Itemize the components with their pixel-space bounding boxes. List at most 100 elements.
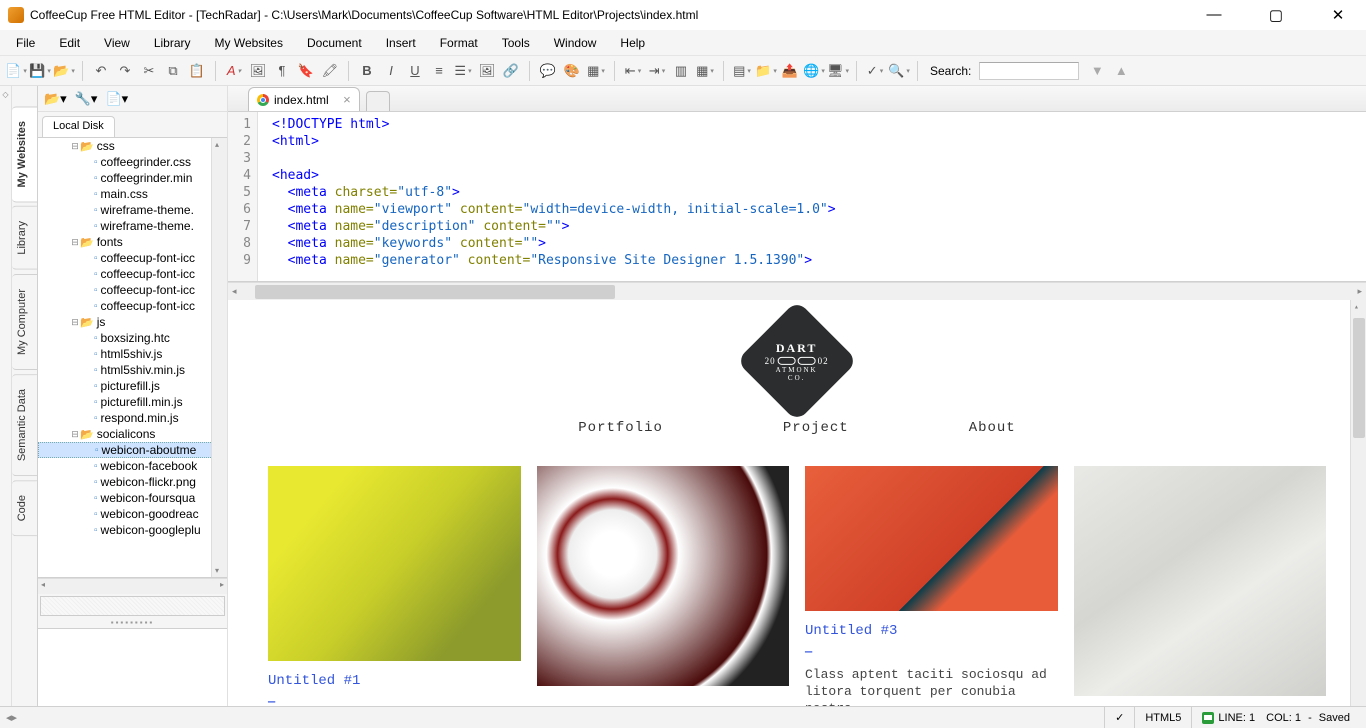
menu-help[interactable]: Help xyxy=(610,33,655,53)
picture-button[interactable]: 🖼 xyxy=(477,61,497,81)
tab-code[interactable]: Code xyxy=(12,480,37,536)
new-tab-button[interactable] xyxy=(366,91,390,111)
sb-open-icon[interactable]: 📂▾ xyxy=(44,91,67,107)
globe-button[interactable]: 🌐 xyxy=(804,61,824,81)
sidebar-path-input[interactable] xyxy=(40,596,225,616)
maximize-button[interactable]: ▢ xyxy=(1256,6,1296,24)
tab-index-html[interactable]: index.html × xyxy=(248,87,360,111)
comment-button[interactable]: 💬 xyxy=(538,61,558,81)
image-button[interactable]: 🖼 xyxy=(248,61,268,81)
open-button[interactable]: 📂 xyxy=(54,61,74,81)
upload-button[interactable]: 📤 xyxy=(780,61,800,81)
tree-file[interactable]: ▫boxsizing.htc xyxy=(38,330,227,346)
menu-view[interactable]: View xyxy=(94,33,140,53)
new-button[interactable]: 📄 xyxy=(6,61,26,81)
italic-button[interactable]: I xyxy=(381,61,401,81)
menu-mywebsites[interactable]: My Websites xyxy=(205,33,293,53)
search-input[interactable] xyxy=(979,62,1079,80)
underline-button[interactable]: U xyxy=(405,61,425,81)
font-button[interactable]: A xyxy=(224,61,244,81)
code-horizontal-scrollbar[interactable] xyxy=(228,282,1366,300)
menu-file[interactable]: File xyxy=(6,33,45,53)
paragraph-button[interactable]: ¶ xyxy=(272,61,292,81)
tree-horizontal-scrollbar[interactable] xyxy=(38,578,227,594)
preview-button[interactable]: 🖥 xyxy=(828,61,848,81)
code-editor[interactable]: 123456789 <!DOCTYPE html> <html> <head> … xyxy=(228,112,1366,282)
tree-vertical-scrollbar[interactable] xyxy=(211,138,227,577)
cut-button[interactable]: ✂ xyxy=(139,61,159,81)
menu-library[interactable]: Library xyxy=(144,33,201,53)
paste-button[interactable]: 📋 xyxy=(187,61,207,81)
layout-button[interactable]: ▦ xyxy=(695,61,715,81)
undo-button[interactable]: ↶ xyxy=(91,61,111,81)
tree-file[interactable]: ▫coffeecup-font-icc xyxy=(38,298,227,314)
menu-window[interactable]: Window xyxy=(544,33,607,53)
align-button[interactable]: ≡ xyxy=(429,61,449,81)
bookmark-button[interactable]: 🔖 xyxy=(296,61,316,81)
tree-file[interactable]: ▫webicon-foursqua xyxy=(38,490,227,506)
tree-folder[interactable]: ⊟📂js xyxy=(38,314,227,330)
tab-mycomputer[interactable]: My Computer xyxy=(12,274,37,370)
tree-file[interactable]: ▫webicon-googleplu xyxy=(38,522,227,538)
preview-vertical-scrollbar[interactable] xyxy=(1350,300,1366,728)
tree-file[interactable]: ▫webicon-goodreac xyxy=(38,506,227,522)
search-prev-button[interactable]: ▲ xyxy=(1111,61,1131,81)
close-button[interactable]: ✕ xyxy=(1318,6,1358,24)
menu-edit[interactable]: Edit xyxy=(49,33,90,53)
tree-file[interactable]: ▫picturefill.min.js xyxy=(38,394,227,410)
tree-file[interactable]: ▫coffeegrinder.min xyxy=(38,170,227,186)
status-validate-icon[interactable]: ✓ xyxy=(1104,707,1134,728)
menu-tools[interactable]: Tools xyxy=(492,33,540,53)
collapse-handle-icon[interactable]: ◇ xyxy=(2,90,8,99)
highlight-button[interactable]: 🖍 xyxy=(320,61,340,81)
card-title[interactable]: Untitled #3 xyxy=(805,623,1058,639)
tree-file[interactable]: ▫coffeecup-font-icc xyxy=(38,282,227,298)
tree-file[interactable]: ▫html5shiv.min.js xyxy=(38,362,227,378)
color-button[interactable]: 🎨 xyxy=(562,61,582,81)
sidebar-tab-localdisk[interactable]: Local Disk xyxy=(42,116,115,137)
nav-project[interactable]: Project xyxy=(783,420,849,436)
tree-folder[interactable]: ⊟📂css xyxy=(38,138,227,154)
tree-file[interactable]: ▫wireframe-theme. xyxy=(38,202,227,218)
table-button[interactable]: ▦ xyxy=(586,61,606,81)
tree-file[interactable]: ▫main.css xyxy=(38,186,227,202)
copy-button[interactable]: ⧉ xyxy=(163,61,183,81)
snippet-button[interactable]: ▤ xyxy=(732,61,752,81)
tab-semanticdata[interactable]: Semantic Data xyxy=(12,374,37,476)
tree-file[interactable]: ▫coffeecup-font-icc xyxy=(38,250,227,266)
nav-portfolio[interactable]: Portfolio xyxy=(578,420,663,436)
folder-button[interactable]: 📁 xyxy=(756,61,776,81)
tree-file[interactable]: ▫webicon-flickr.png xyxy=(38,474,227,490)
nav-about[interactable]: About xyxy=(969,420,1016,436)
redo-button[interactable]: ↷ xyxy=(115,61,135,81)
tab-close-icon[interactable]: × xyxy=(343,92,351,107)
minimize-button[interactable]: — xyxy=(1194,6,1234,24)
search-tool-button[interactable]: 🔍 xyxy=(889,61,909,81)
tree-file[interactable]: ▫respond.min.js xyxy=(38,410,227,426)
save-button[interactable]: 💾 xyxy=(30,61,50,81)
spellcheck-button[interactable]: ✓ xyxy=(865,61,885,81)
tree-folder[interactable]: ⊟📂fonts xyxy=(38,234,227,250)
tree-file[interactable]: ▫coffeecup-font-icc xyxy=(38,266,227,282)
tree-file[interactable]: ▫coffeegrinder.css xyxy=(38,154,227,170)
tab-library[interactable]: Library xyxy=(12,206,37,270)
sb-tools-icon[interactable]: 🔧▾ xyxy=(75,91,98,107)
tree-file[interactable]: ▫webicon-aboutme xyxy=(38,442,227,458)
status-arrow-icon[interactable]: ◂▸ xyxy=(6,711,17,724)
tree-file[interactable]: ▫webicon-facebook xyxy=(38,458,227,474)
menu-insert[interactable]: Insert xyxy=(376,33,426,53)
tree-folder[interactable]: ⊟📂socialicons xyxy=(38,426,227,442)
sb-new-icon[interactable]: 📄▾ xyxy=(105,91,128,107)
form-button[interactable]: ▥ xyxy=(671,61,691,81)
list-button[interactable]: ☰ xyxy=(453,61,473,81)
indent-right-button[interactable]: ⇥ xyxy=(647,61,667,81)
code-content[interactable]: <!DOCTYPE html> <html> <head> <meta char… xyxy=(258,112,1366,281)
search-next-button[interactable]: ▼ xyxy=(1087,61,1107,81)
menu-document[interactable]: Document xyxy=(297,33,372,53)
tree-file[interactable]: ▫html5shiv.js xyxy=(38,346,227,362)
file-tree[interactable]: ⊟📂css▫coffeegrinder.css▫coffeegrinder.mi… xyxy=(38,138,227,578)
menu-format[interactable]: Format xyxy=(430,33,488,53)
tab-mywebsites[interactable]: My Websites xyxy=(12,106,37,202)
bold-button[interactable]: B xyxy=(357,61,377,81)
indent-left-button[interactable]: ⇤ xyxy=(623,61,643,81)
